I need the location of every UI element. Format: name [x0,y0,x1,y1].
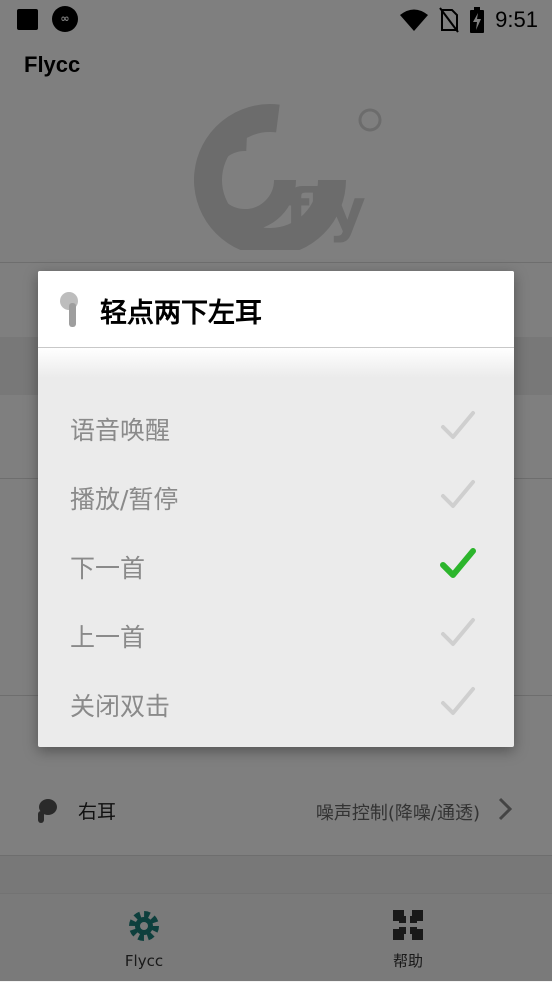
dialog-header-shadow [38,348,514,378]
checkmark-icon [441,618,475,646]
left-earbud-icon [60,292,78,327]
option-label: 关闭双击 [70,692,171,721]
option-disable-double-tap[interactable]: 关闭双击 [38,672,514,734]
checkmark-selected-icon [440,548,476,578]
checkmark-icon [441,480,475,508]
option-label: 下一首 [70,554,146,583]
option-next-track[interactable]: 下一首 [38,534,514,596]
double-tap-left-ear-dialog: 轻点两下左耳 语音唤醒 播放/暂停 下一首 上一首 关闭双击 [38,271,514,747]
option-previous-track[interactable]: 上一首 [38,603,514,665]
option-play-pause[interactable]: 播放/暂停 [38,465,514,527]
option-label: 语音唤醒 [70,416,171,445]
option-label: 播放/暂停 [70,485,179,514]
option-voice-wake[interactable]: 语音唤醒 [38,396,514,458]
checkmark-icon [441,687,475,715]
dialog-header: 轻点两下左耳 [38,271,514,348]
option-label: 上一首 [70,623,146,652]
dialog-title: 轻点两下左耳 [100,298,262,329]
checkmark-icon [441,411,475,439]
